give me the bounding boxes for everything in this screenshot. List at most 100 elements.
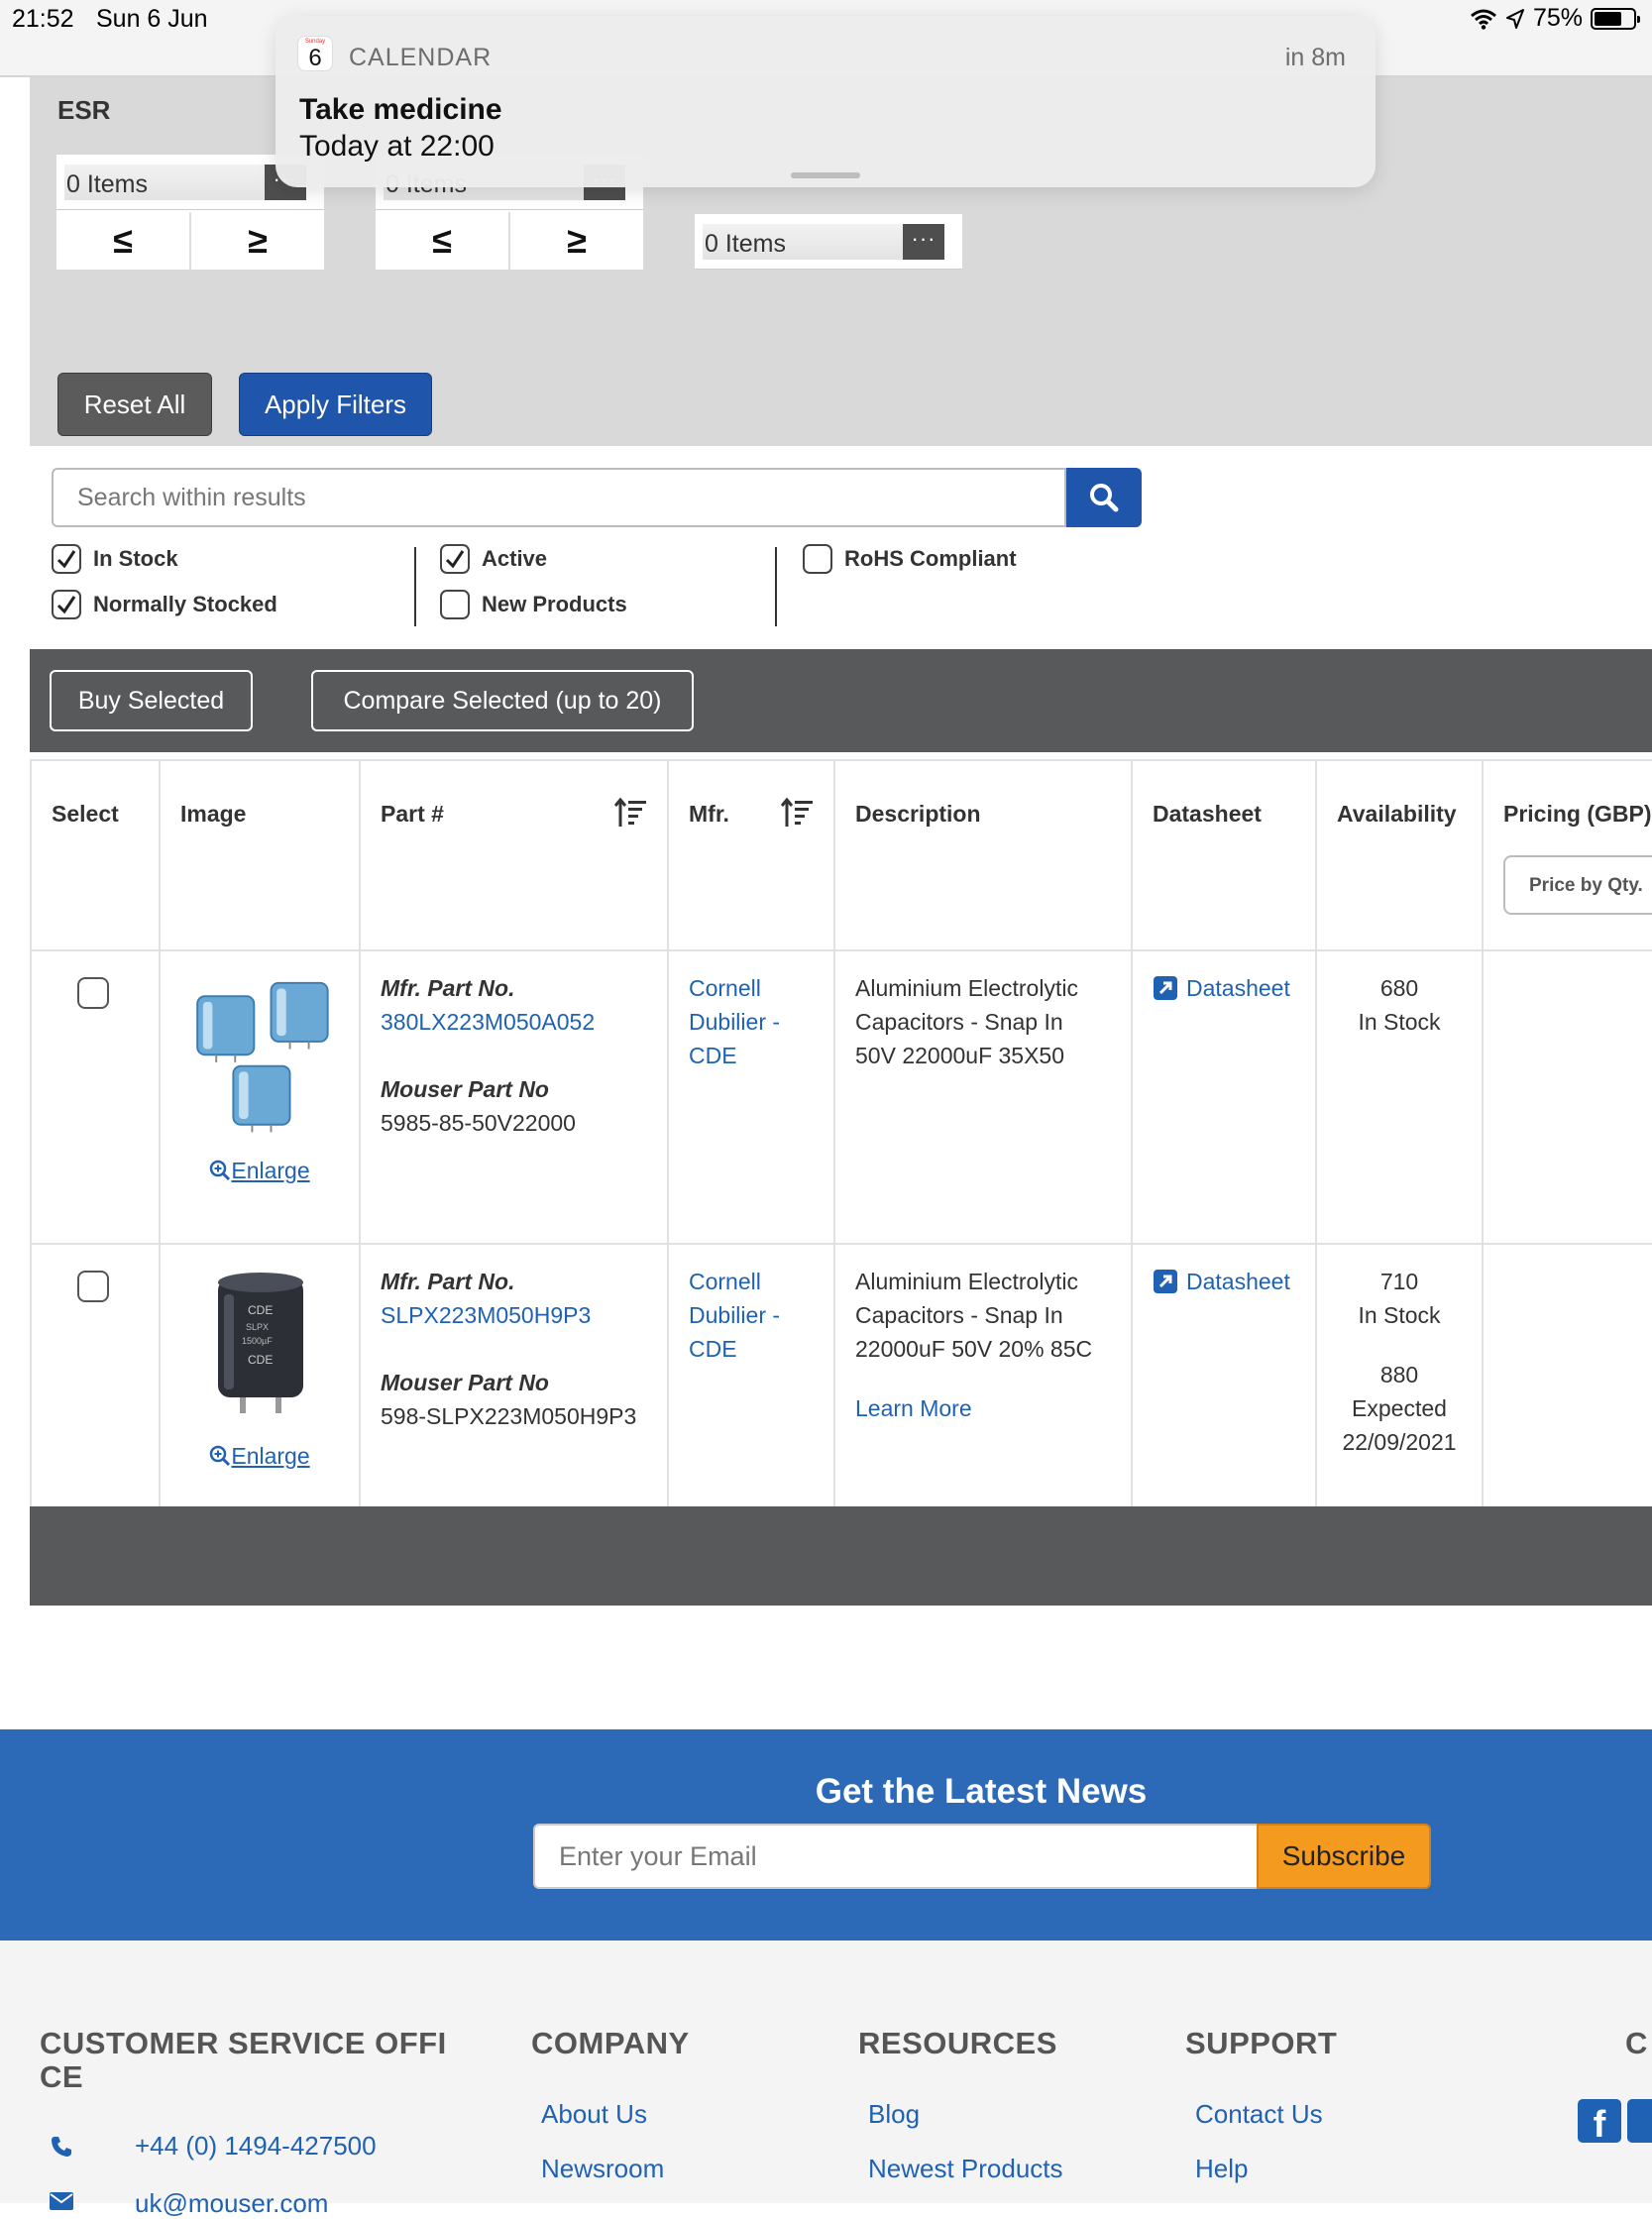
check-icon <box>56 596 76 614</box>
reset-all-button[interactable]: Reset All <box>57 373 212 436</box>
stock-checkbox-group: In Stock Normally Stocked <box>52 543 277 634</box>
notification-handle[interactable] <box>791 172 860 178</box>
search-icon <box>1090 484 1119 512</box>
header-availability: Availability <box>1315 759 1484 951</box>
mfr-cell: Cornell Dubilier - CDE <box>667 949 835 1245</box>
normally-stocked-checkbox[interactable] <box>52 590 81 619</box>
active-label: Active <box>482 546 548 571</box>
in-stock-checkbox-row[interactable]: In Stock <box>52 543 277 575</box>
external-link-icon <box>1154 976 1177 1000</box>
capacitor-image[interactable]: CDE SLPX 1500µF CDE <box>180 1265 341 1425</box>
capacitor-image[interactable] <box>180 979 341 1140</box>
footer-link-blog[interactable]: Blog <box>868 2099 920 2130</box>
esr-filter-label: ESR <box>57 95 111 125</box>
location-arrow-icon <box>1505 8 1524 29</box>
mfr-cell: Cornell Dubilier - CDE <box>667 1243 835 1508</box>
mouser-part-label: Mouser Part No <box>381 1370 549 1395</box>
phone-link[interactable]: +44 (0) 1494-427500 <box>135 2131 377 2162</box>
calendar-icon-day: 6 <box>308 45 322 71</box>
part-cell: Mfr. Part No. 380LX223M050A052 Mouser Pa… <box>359 949 669 1245</box>
header-image: Image <box>159 759 361 951</box>
header-pricing: Pricing (GBP) Price by Qty. <box>1482 759 1652 951</box>
header-part[interactable]: Part # <box>359 759 669 951</box>
zoom-in-icon <box>210 1160 231 1181</box>
greater-equal-button[interactable]: ≥ <box>191 212 324 270</box>
enlarge-link[interactable]: Enlarge <box>180 1154 339 1187</box>
less-equal-button[interactable]: ≤ <box>56 212 191 270</box>
status-checkbox-group: Active New Products <box>440 543 627 634</box>
row-select-checkbox[interactable] <box>77 977 109 1009</box>
notification-body: Today at 22:00 <box>299 130 495 163</box>
active-checkbox[interactable] <box>440 544 470 574</box>
facebook-icon[interactable]: f <box>1578 2099 1621 2146</box>
learn-more-link[interactable]: Learn More <box>855 1391 1111 1425</box>
filter-select-3[interactable]: 0 Items ··· <box>695 214 962 270</box>
results-action-bar: Buy Selected Compare Selected (up to 20) <box>30 649 1652 752</box>
zoom-in-icon <box>210 1445 231 1467</box>
company-heading: COMPANY <box>531 2026 690 2060</box>
email-field[interactable] <box>533 1824 1257 1889</box>
availability-cell: 710 In Stock 880 Expected 22/09/2021 <box>1315 1243 1484 1508</box>
active-checkbox-row[interactable]: Active <box>440 543 627 575</box>
customer-service-heading: CUSTOMER SERVICE OFFI CE <box>40 2026 447 2094</box>
datasheet-link[interactable]: Datasheet <box>1153 1265 1295 1298</box>
search-button[interactable] <box>1066 468 1142 527</box>
buy-selected-button[interactable]: Buy Selected <box>50 670 253 731</box>
email-link[interactable]: uk@mouser.com <box>135 2188 328 2219</box>
filter-box-3: 0 Items ··· <box>695 214 962 270</box>
status-date: Sun 6 Jun <box>96 5 208 33</box>
external-link-icon <box>1154 1270 1177 1293</box>
mouser-part-number: 5985-85-50V22000 <box>381 1110 576 1136</box>
calendar-app-icon: Sunday 6 <box>297 36 333 71</box>
filter-select-text: 0 Items <box>705 230 786 258</box>
footer-link-about-us[interactable]: About Us <box>541 2099 647 2130</box>
manufacturer-link[interactable]: Cornell Dubilier - CDE <box>689 1265 814 1366</box>
phone-icon <box>52 2137 71 2157</box>
image-cell: Enlarge <box>159 949 361 1245</box>
row-select-checkbox[interactable] <box>77 1271 109 1302</box>
sort-icon[interactable] <box>613 797 647 829</box>
svg-text:SLPX: SLPX <box>246 1322 269 1332</box>
enlarge-link[interactable]: Enlarge <box>180 1439 339 1473</box>
svg-text:CDE: CDE <box>248 1353 273 1367</box>
search-within-results <box>52 468 1142 527</box>
greater-equal-button[interactable]: ≥ <box>510 212 643 270</box>
calendar-notification[interactable]: Sunday 6 CALENDAR in 8m Take medicine To… <box>275 16 1376 187</box>
footer-link-contact-us[interactable]: Contact Us <box>1195 2099 1323 2130</box>
header-mfr[interactable]: Mfr. <box>667 759 835 951</box>
rohs-label: RoHS Compliant <box>844 546 1017 571</box>
battery-icon <box>1591 7 1640 30</box>
site-footer: CUSTOMER SERVICE OFFI CE +44 (0) 1494-427… <box>0 1941 1652 2218</box>
pricing-cell <box>1482 949 1652 1245</box>
search-input[interactable] <box>52 468 1066 527</box>
rohs-checkbox[interactable] <box>803 544 832 574</box>
new-products-label: New Products <box>482 592 627 616</box>
mfr-part-link[interactable]: 380LX223M050A052 <box>381 1005 647 1039</box>
resources-heading: RESOURCES <box>858 2026 1057 2060</box>
footer-link-help[interactable]: Help <box>1195 2154 1248 2184</box>
new-products-checkbox-row[interactable]: New Products <box>440 589 627 620</box>
twitter-icon[interactable] <box>1627 2099 1652 2143</box>
checkbox-divider <box>775 547 777 626</box>
rohs-checkbox-row[interactable]: RoHS Compliant <box>803 543 1017 575</box>
description-cell: Aluminium Electrolytic Capacitors - Snap … <box>833 949 1133 1245</box>
normally-stocked-checkbox-row[interactable]: Normally Stocked <box>52 589 277 620</box>
less-equal-button[interactable]: ≤ <box>376 212 510 270</box>
more-dots-icon[interactable]: ··· <box>903 224 944 260</box>
in-stock-checkbox[interactable] <box>52 544 81 574</box>
sort-icon[interactable] <box>780 797 814 829</box>
apply-filters-button[interactable]: Apply Filters <box>239 373 432 436</box>
footer-link-newsroom[interactable]: Newsroom <box>541 2154 664 2184</box>
table-row: Enlarge Mfr. Part No. 380LX223M050A052 M… <box>30 949 1652 1245</box>
mfr-part-link[interactable]: SLPX223M050H9P3 <box>381 1298 647 1332</box>
new-products-checkbox[interactable] <box>440 590 470 619</box>
price-by-qty-input[interactable]: Price by Qty. <box>1503 855 1651 915</box>
subscribe-button[interactable]: Subscribe <box>1257 1824 1431 1889</box>
mfr-part-label: Mfr. Part No. <box>381 1269 515 1294</box>
compare-selected-button[interactable]: Compare Selected (up to 20) <box>311 670 694 731</box>
results-table: Select Image Part # Mfr. Description Dat… <box>30 759 1652 1508</box>
footer-link-newest-products[interactable]: Newest Products <box>868 2154 1063 2184</box>
datasheet-link[interactable]: Datasheet <box>1153 971 1295 1005</box>
mfr-part-label: Mfr. Part No. <box>381 975 515 1001</box>
manufacturer-link[interactable]: Cornell Dubilier - CDE <box>689 971 814 1072</box>
